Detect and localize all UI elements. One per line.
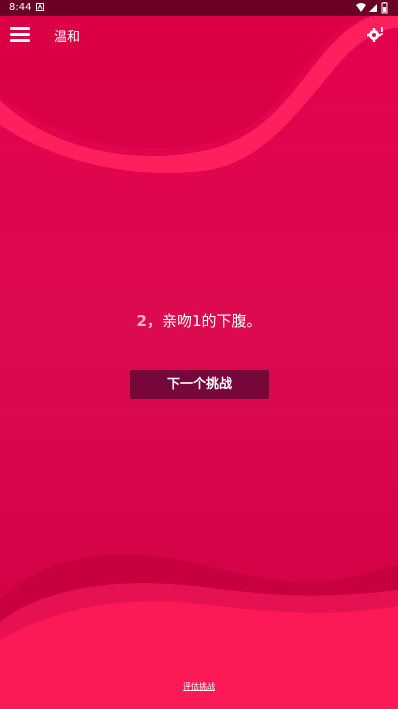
- status-time: 8:44: [9, 2, 32, 13]
- next-challenge-button[interactable]: 下一个挑战: [130, 370, 269, 399]
- hamburger-menu-icon[interactable]: [10, 24, 32, 44]
- evaluate-challenge-link[interactable]: 评估挑战: [183, 682, 215, 691]
- app-title: 温和: [54, 30, 81, 45]
- battery-icon: [381, 2, 388, 14]
- background-waves: [0, 0, 398, 709]
- status-icons: [356, 2, 388, 14]
- app-bar: 温和: [0, 16, 398, 56]
- status-bar: 8:44: [0, 0, 398, 16]
- challenge-description: 亲吻1的下腹。: [161, 312, 262, 330]
- footer: 评估挑战: [0, 674, 398, 693]
- app-screen: 8:44 温和 2，亲吻1的下腹。 下一个挑战 评估挑战: [0, 0, 398, 709]
- challenge-number: 2，: [136, 312, 162, 330]
- cell-signal-icon: [369, 4, 377, 12]
- wifi-icon: [356, 3, 366, 12]
- challenge-text: 2，亲吻1的下腹。: [0, 310, 398, 331]
- app-notification-icon: [36, 3, 44, 11]
- settings-gear-icon[interactable]: [366, 25, 384, 43]
